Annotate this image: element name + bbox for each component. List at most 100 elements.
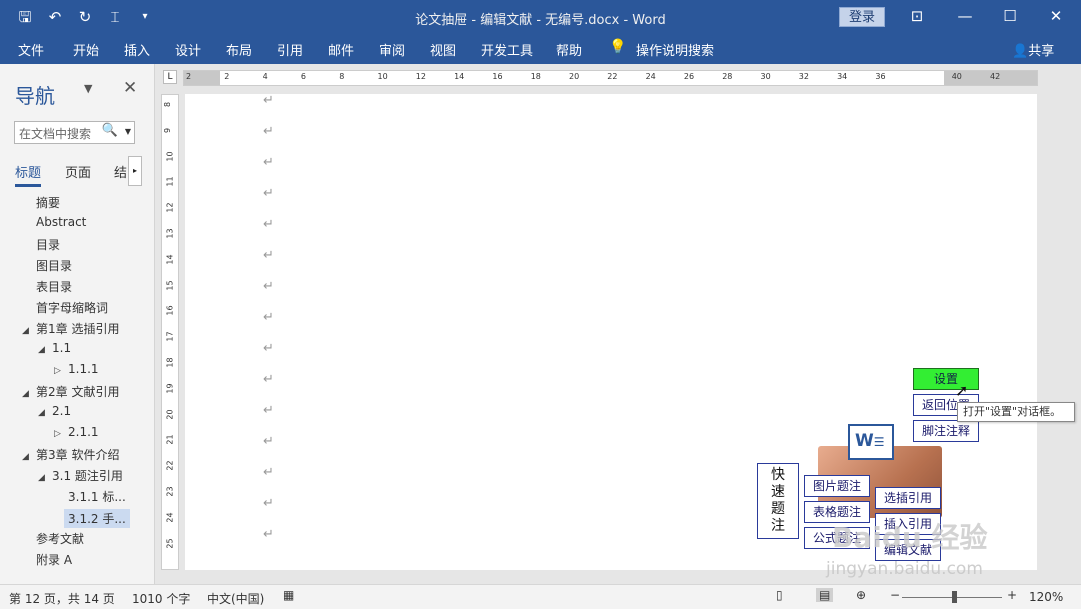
language[interactable]: 中文(中国) [207, 590, 264, 607]
undo-icon[interactable]: ↶ [44, 6, 66, 28]
search-input[interactable]: 在文档中搜索 🔍 ▼ [14, 121, 135, 144]
close-icon[interactable]: ✕ [1042, 4, 1070, 28]
read-mode-icon[interactable]: ▯ [776, 588, 783, 602]
quick-caption-label: 快速题注 [771, 467, 785, 534]
tab-mailings[interactable]: 邮件 [328, 40, 354, 59]
ruler-tick-label: 16 [165, 305, 175, 316]
nav-heading-label: 第1章 选插引用 [36, 322, 120, 336]
collapse-icon[interactable]: ◢ [38, 345, 52, 355]
select-cite-button[interactable]: 选插引用 [875, 487, 941, 509]
watermark: Baidu 经验 [832, 521, 988, 554]
ruler-tick-label: 8 [339, 72, 345, 81]
nav-heading-label: 3.1 题注引用 [52, 469, 123, 483]
tab-insert[interactable]: 插入 [124, 40, 150, 59]
tab-selector[interactable]: L [163, 70, 177, 84]
horizontal-ruler[interactable]: 2 2 4 6 8 10 12 14 16 18 20 22 24 26 28 30 32 34 36 40 42 [183, 70, 1038, 86]
expand-icon[interactable]: ▷ [54, 366, 68, 376]
nav-heading-item[interactable]: 首字母缩略词 [22, 299, 108, 316]
nav-heading-item[interactable]: 摘要 [22, 194, 60, 211]
paragraph-mark: ↵ [263, 341, 274, 356]
nav-heading-item[interactable]: ▷ 2.1.1 [54, 425, 99, 439]
status-bar: 第 12 页，共 14 页 1010 个字 中文(中国) ▦ ▯ ▤ ⊕ − +… [0, 584, 1081, 609]
vertical-ruler[interactable]: 8 9 10 11 12 13 14 15 16 17 18 19 20 21 22 23 24 25 [161, 94, 179, 570]
redo-icon[interactable]: ↻ [74, 6, 96, 28]
paragraph-mark: ↵ [263, 310, 274, 325]
nav-heading-item[interactable]: ◢ 第3章 软件介绍 [22, 446, 119, 463]
tab-results[interactable]: 结 [114, 162, 127, 181]
word-count[interactable]: 1010 个字 [132, 590, 190, 607]
expand-icon[interactable]: ▷ [54, 429, 68, 439]
zoom-slider-thumb[interactable] [952, 591, 957, 603]
nav-heading-label: 2.1.1 [68, 425, 99, 439]
nav-heading-item[interactable]: 表目录 [22, 278, 72, 295]
login-button[interactable]: 登录 [839, 7, 885, 27]
page-count[interactable]: 第 12 页，共 14 页 [9, 590, 115, 607]
tab-view[interactable]: 视图 [430, 40, 456, 59]
tab-help[interactable]: 帮助 [556, 40, 582, 59]
ruler-tick-label: 24 [645, 72, 656, 81]
nav-heading-item[interactable]: ◢ 2.1 [38, 404, 71, 418]
figure-caption-button[interactable]: 图片题注 [804, 475, 870, 497]
tab-references[interactable]: 引用 [277, 40, 303, 59]
close-icon[interactable]: ✕ [123, 78, 137, 98]
chevron-down-icon[interactable]: ▼ [84, 82, 92, 95]
collapse-icon[interactable]: ◢ [22, 389, 36, 399]
zoom-in-button[interactable]: + [1007, 588, 1017, 602]
print-layout-icon[interactable]: ▤ [816, 588, 834, 602]
search-icon[interactable]: 🔍 [102, 123, 118, 138]
ruler-tick-label: 12 [165, 202, 175, 213]
share-button[interactable]: 👤共享 [1012, 40, 1054, 59]
collapse-icon[interactable]: ◢ [38, 408, 52, 418]
zoom-level[interactable]: 120% [1029, 590, 1063, 604]
layout-icon[interactable]: ⌶ [104, 6, 126, 28]
ruler-tick-label: 23 [165, 486, 175, 497]
nav-heading-item[interactable]: 图目录 [22, 257, 72, 274]
tab-layout[interactable]: 布局 [226, 40, 252, 59]
chevron-right-icon[interactable]: ▸ [128, 156, 142, 186]
nav-heading-label: 表目录 [36, 280, 73, 294]
nav-heading-item[interactable]: 附录 A [22, 551, 72, 568]
nav-heading-item[interactable]: Abstract [22, 215, 86, 229]
ruler-tick-label: 16 [492, 72, 503, 81]
tab-home[interactable]: 开始 [73, 40, 99, 59]
tell-me-search[interactable]: 操作说明搜索 [636, 40, 714, 59]
nav-heading-item[interactable]: ▷ 1.1.1 [54, 362, 99, 376]
navigation-pane: 导航 ▼ ✕ 在文档中搜索 🔍 ▼ 标题 页面 结 ▸ 摘要 Abstract 目录… [0, 64, 155, 584]
minimize-icon[interactable]: — [951, 4, 979, 28]
paragraph-mark: ↵ [263, 217, 274, 232]
ribbon-display-icon[interactable]: ⊡ [903, 4, 931, 28]
ruler-tick-label: 15 [165, 280, 175, 291]
word-icon-letter: W [855, 431, 874, 451]
customize-icon[interactable]: ▾ [134, 6, 156, 28]
web-layout-icon[interactable]: ⊕ [856, 588, 866, 602]
nav-heading-item[interactable]: 3.1.1 标... [68, 488, 126, 505]
tab-developer[interactable]: 开发工具 [481, 40, 533, 59]
maximize-icon[interactable]: ☐ [996, 4, 1024, 28]
tab-design[interactable]: 设计 [175, 40, 201, 59]
tab-pages[interactable]: 页面 [65, 162, 91, 181]
nav-heading-item[interactable]: 3.1.2 手... [64, 509, 130, 528]
settings-button[interactable]: 设置 [913, 368, 979, 390]
nav-heading-item[interactable]: ◢ 1.1 [38, 341, 71, 355]
lightbulb-icon: 💡 [609, 39, 627, 55]
collapse-icon[interactable]: ◢ [22, 452, 36, 462]
nav-heading-item[interactable]: ◢ 第1章 选插引用 [22, 320, 119, 337]
collapse-icon[interactable]: ◢ [38, 473, 52, 483]
tab-file[interactable]: 文件 [18, 40, 44, 59]
chevron-down-icon[interactable]: ▼ [125, 127, 131, 136]
nav-heading-label: 目录 [36, 238, 61, 252]
tab-review[interactable]: 审阅 [379, 40, 405, 59]
zoom-out-button[interactable]: − [890, 588, 900, 602]
footnote-button[interactable]: 脚注注释 [913, 420, 979, 442]
macro-icon[interactable]: ▦ [283, 588, 294, 602]
save-icon[interactable]: 🖫 [14, 6, 36, 28]
paragraph-mark: ↵ [263, 527, 274, 542]
collapse-icon[interactable]: ◢ [22, 326, 36, 336]
nav-heading-label: 第3章 软件介绍 [36, 448, 120, 462]
nav-heading-item[interactable]: ◢ 3.1 题注引用 [38, 467, 123, 484]
nav-heading-item[interactable]: ◢ 第2章 文献引用 [22, 383, 119, 400]
nav-heading-item[interactable]: 参考文献 [22, 530, 84, 547]
paragraph-mark: ↵ [263, 496, 274, 511]
nav-heading-item[interactable]: 目录 [22, 236, 60, 253]
tab-headings[interactable]: 标题 [15, 162, 41, 181]
